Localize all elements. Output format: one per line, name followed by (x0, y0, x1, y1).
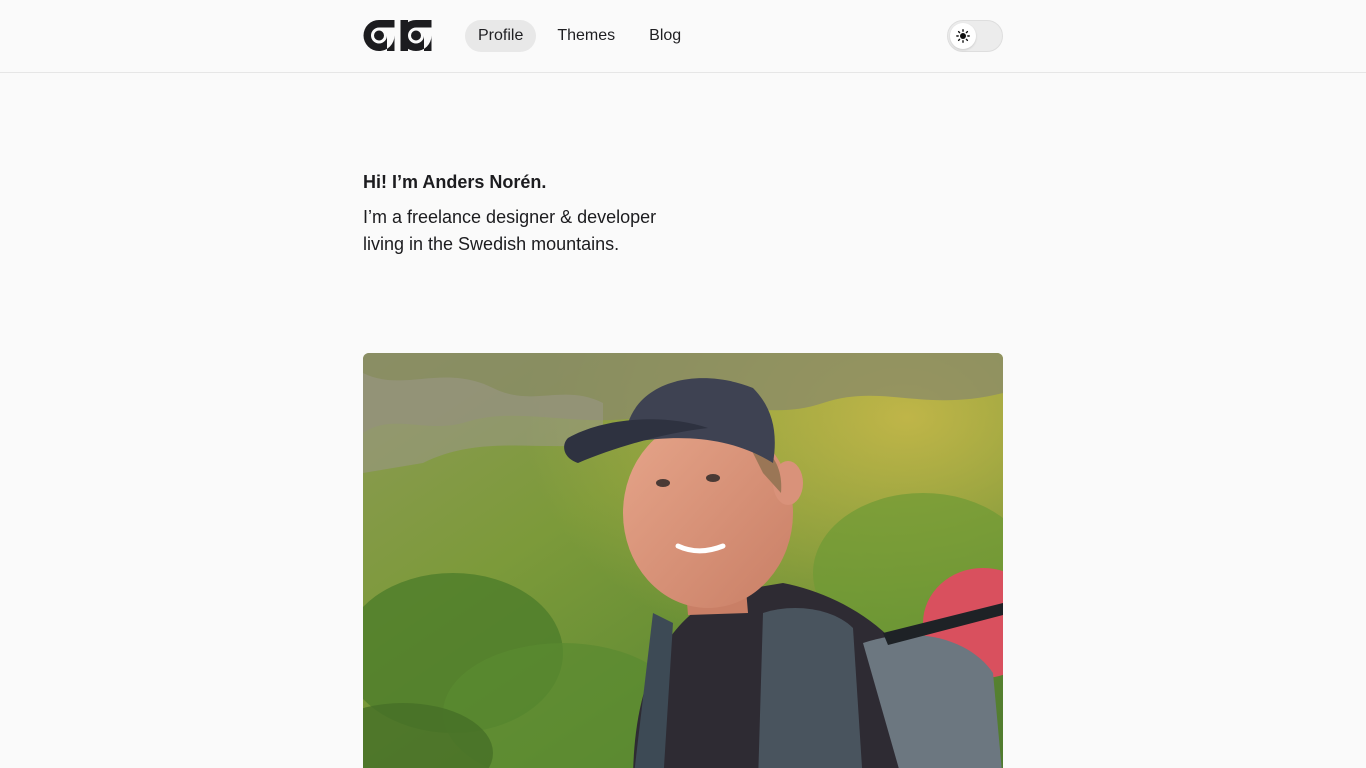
nav-item-themes[interactable]: Themes (544, 20, 628, 52)
nav-item-blog[interactable]: Blog (636, 20, 694, 52)
hero-photo (363, 353, 1003, 768)
intro-title: Hi! I’m Anders Norén. (363, 172, 547, 192)
nav-item-profile[interactable]: Profile (465, 20, 537, 52)
theme-toggle[interactable] (947, 20, 1003, 52)
logo-icon (363, 20, 432, 51)
intro-section: Hi! I’m Anders Norén. I’m a freelance de… (363, 170, 763, 258)
site-logo[interactable] (363, 19, 433, 52)
intro-text: I’m a freelance designer & developer liv… (363, 207, 657, 254)
portrait-image (363, 353, 1003, 768)
site-header: Profile Themes Blog (0, 0, 1366, 73)
main-nav: Profile Themes Blog (465, 20, 702, 52)
header-inner: Profile Themes Blog (363, 0, 1003, 72)
toggle-knob (950, 23, 976, 49)
sun-icon (956, 29, 970, 43)
